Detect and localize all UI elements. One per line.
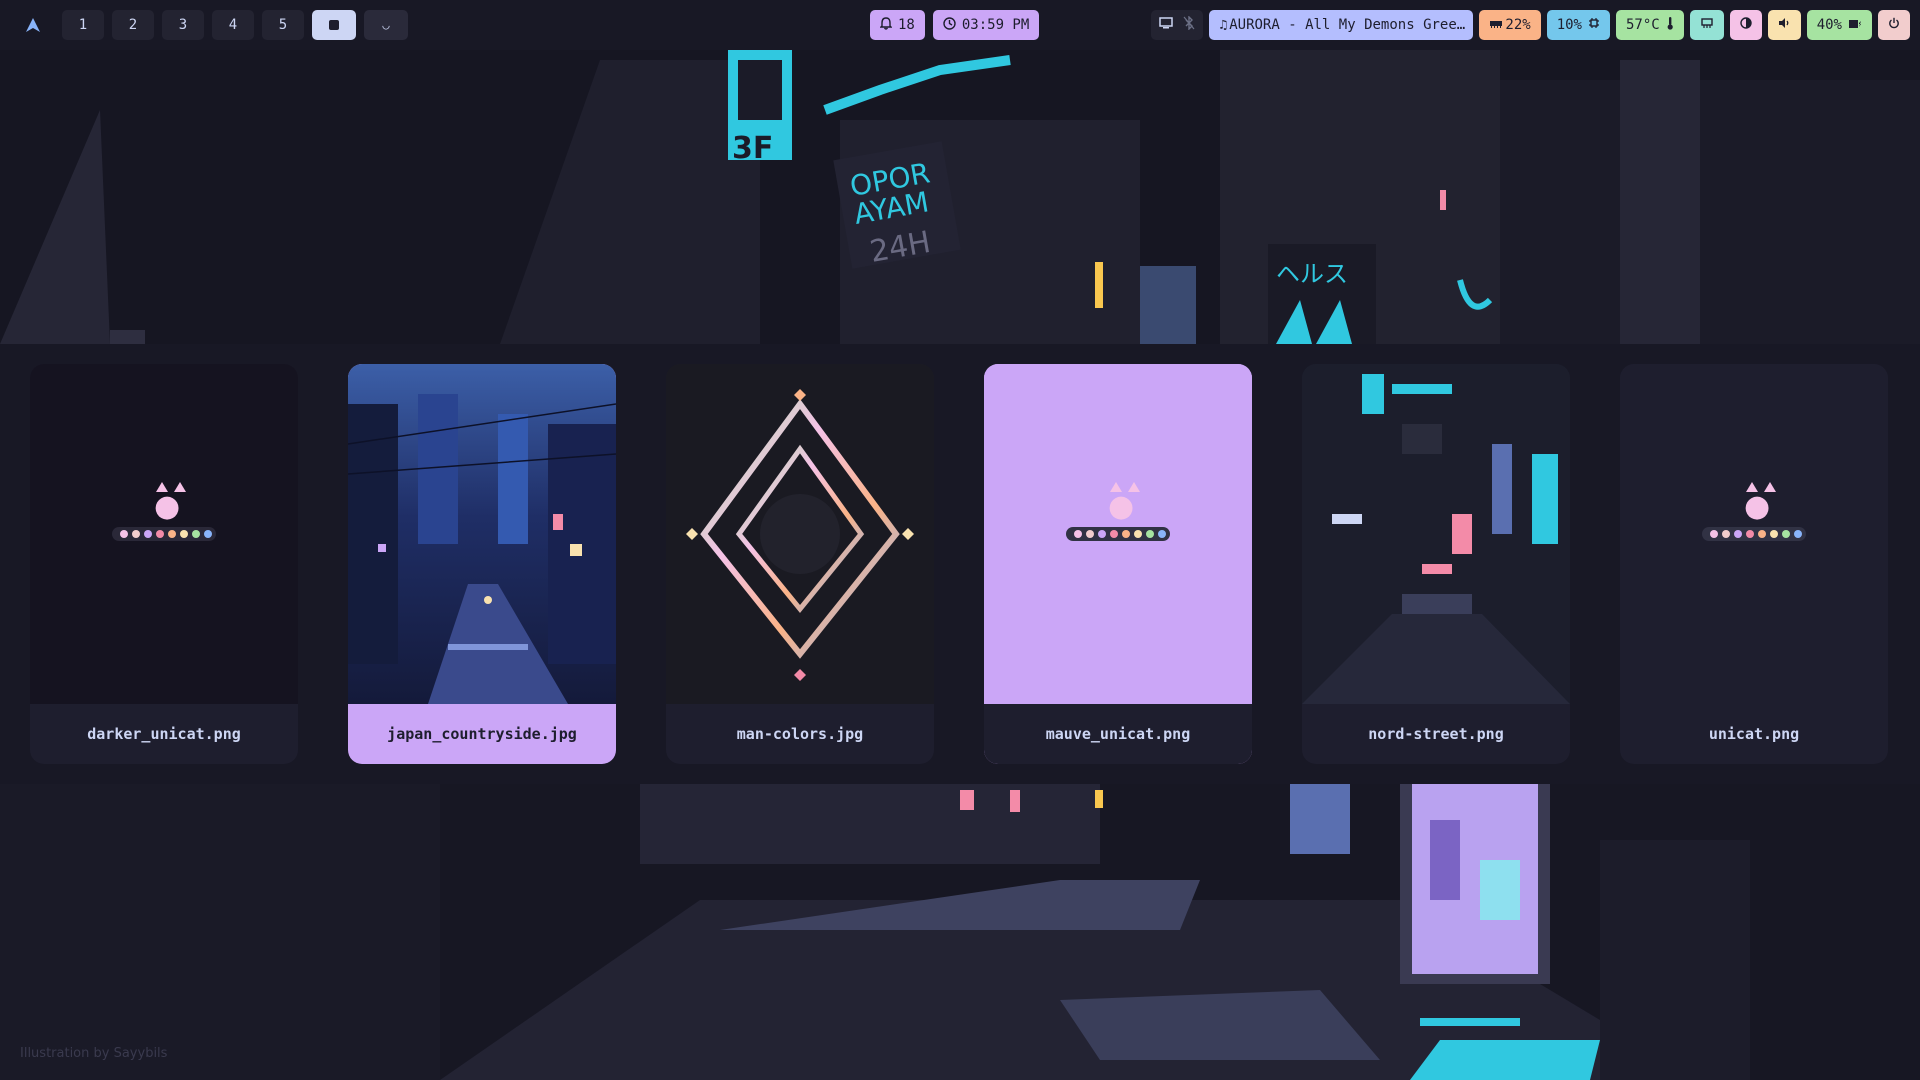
power-icon	[1888, 17, 1900, 33]
wallpaper-card-darker-unicat[interactable]: ● darker_unicat.png	[30, 364, 298, 764]
bar-right: ♫ AURORA - All My Demons Gree… 22% 10% 5…	[1151, 10, 1910, 40]
wallpaper-credit: Illustration by Sayybils	[20, 1046, 168, 1061]
notifications-button[interactable]: 18	[870, 10, 925, 40]
bell-icon	[879, 16, 893, 34]
sign-3f: 3F	[732, 131, 773, 166]
media-title: AURORA - All My Demons Gree…	[1229, 17, 1466, 33]
wallpaper-filename: japan_countryside.jpg	[387, 725, 577, 743]
workspace-5[interactable]: 5	[262, 10, 304, 40]
wallpaper-card-japan-countryside[interactable]: japan_countryside.jpg	[348, 364, 616, 764]
wallpaper-filename: man-colors.jpg	[736, 725, 864, 743]
speaker-icon	[1778, 17, 1791, 33]
thumbnail-japan-countryside	[348, 364, 616, 704]
special-workspace[interactable]: ◡	[364, 10, 408, 40]
battery-level: 40%	[1816, 17, 1842, 33]
temperature-value: 57°C	[1625, 17, 1660, 33]
memory-usage: 22%	[1505, 17, 1531, 33]
notification-count: 18	[898, 17, 915, 33]
thumbnail-unicat: ●	[1620, 364, 1888, 704]
thumbnail-nord-street	[1302, 364, 1570, 704]
sign-herusu: ヘルス	[1276, 260, 1348, 288]
thumbnail-man-colors	[666, 364, 934, 704]
wallpaper-card-unicat[interactable]: ● unicat.png	[1620, 364, 1888, 764]
memory-icon	[1489, 18, 1503, 33]
cpu-widget[interactable]: 10%	[1546, 10, 1610, 40]
workspace-active[interactable]	[312, 10, 356, 40]
wallpaper-card-man-colors[interactable]: man-colors.jpg	[666, 364, 934, 764]
monitor-icon[interactable]	[1159, 17, 1174, 33]
square-icon	[329, 20, 339, 30]
unicat-icon: ●	[154, 489, 180, 524]
power-button[interactable]	[1878, 10, 1910, 40]
battery-charging-icon	[1848, 17, 1862, 33]
thumbnail-darker-unicat: ●	[30, 364, 298, 704]
workspace-3[interactable]: 3	[162, 10, 204, 40]
memory-widget[interactable]: 22%	[1479, 10, 1541, 40]
music-note-icon: ♫	[1219, 17, 1228, 33]
clock-icon	[943, 16, 956, 34]
volume-widget[interactable]	[1767, 10, 1801, 40]
wallpaper-filename: darker_unicat.png	[87, 725, 241, 743]
ethernet-icon	[1700, 17, 1714, 33]
wallpaper-card-mauve-unicat[interactable]: ● mauve_unicat.png	[984, 364, 1252, 764]
top-bar: 1 2 3 4 5 ◡ 18 03:59 PM ♫ AURORA - All M…	[0, 0, 1920, 50]
tray	[1151, 10, 1204, 40]
wallpaper-card-nord-street[interactable]: nord-street.png	[1302, 364, 1570, 764]
wallpaper-filename: nord-street.png	[1368, 725, 1504, 743]
workspace-2[interactable]: 2	[112, 10, 154, 40]
cpu-icon	[1588, 17, 1600, 33]
battery-widget[interactable]: 40%	[1806, 10, 1872, 40]
svg-text:●: ●	[1744, 489, 1770, 524]
wallpaper-filename: unicat.png	[1708, 725, 1800, 743]
arch-icon[interactable]	[12, 10, 54, 40]
cpu-usage: 10%	[1556, 17, 1582, 33]
workspace-1[interactable]: 1	[62, 10, 104, 40]
wallpaper-filename: mauve_unicat.png	[984, 704, 1252, 764]
media-player[interactable]: ♫ AURORA - All My Demons Gree…	[1209, 10, 1474, 40]
bar-center: 18 03:59 PM	[870, 10, 1040, 40]
cat-icon: ◡	[382, 18, 390, 32]
wallpaper-picker: ● darker_unicat.png japan_countryside.jp…	[0, 344, 1920, 784]
thumbnail-mauve-unicat: ●	[984, 364, 1252, 704]
network-widget[interactable]	[1689, 10, 1724, 40]
temperature-widget[interactable]: 57°C	[1615, 10, 1684, 40]
svg-text:●: ●	[1108, 489, 1134, 524]
thermometer-icon	[1666, 16, 1674, 34]
clock-widget[interactable]: 03:59 PM	[932, 10, 1040, 40]
brightness-icon	[1740, 17, 1752, 33]
workspace-4[interactable]: 4	[212, 10, 254, 40]
bluetooth-off-icon[interactable]	[1183, 15, 1195, 34]
clock-time: 03:59 PM	[961, 17, 1030, 33]
brightness-widget[interactable]	[1729, 10, 1762, 40]
